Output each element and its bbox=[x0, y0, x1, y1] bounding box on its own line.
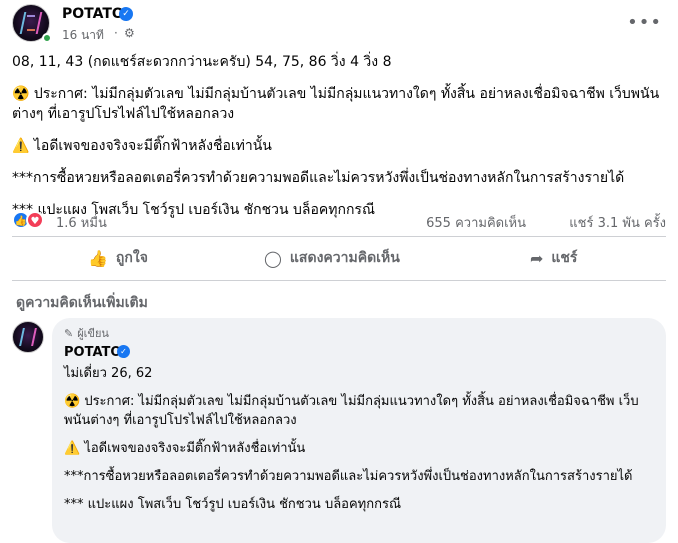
post-line: ***การซื้อหวยหรือลอตเตอรี่ควรทำด้วยความพ… bbox=[12, 170, 625, 186]
post-timestamp[interactable]: 16 นาที bbox=[62, 26, 104, 45]
divider bbox=[12, 236, 666, 237]
avatar-art-accent bbox=[27, 15, 35, 31]
page-name[interactable]: POTATO bbox=[62, 6, 124, 22]
view-more-comments-link[interactable]: ดูความคิดเห็นเพิ่มเติม bbox=[16, 292, 148, 314]
comment-line: ***การซื้อหวยหรือลอตเตอรี่ควรทำด้วยความพ… bbox=[64, 469, 633, 484]
more-options-icon[interactable]: ••• bbox=[627, 12, 662, 33]
reaction-icons[interactable]: 👍 ♥ bbox=[12, 211, 52, 229]
post-header: POTATO ✓ 16 นาที · ⚙ ••• bbox=[12, 4, 666, 44]
post-line: ☢️ ประกาศ: ไม่มีกลุ่มตัวเลข ไม่มีกลุ่มบ้… bbox=[12, 86, 660, 122]
divider bbox=[12, 280, 666, 281]
comment-count[interactable]: 655 ความคิดเห็น bbox=[426, 212, 526, 233]
comment-line: ⚠️ ไอดีเพจของจริงจะมีติ๊กฟ้าหลังชื่อเท่า… bbox=[64, 441, 306, 456]
thumbs-up-icon: 👍 bbox=[88, 248, 108, 268]
post-line: ⚠️ ไอดีเพจของจริงจะมีติ๊กฟ้าหลังชื่อเท่า… bbox=[12, 138, 272, 154]
like-button[interactable]: 👍 ถูกใจ bbox=[88, 240, 148, 276]
verified-icon: ✓ bbox=[117, 345, 130, 358]
share-label: แชร์ bbox=[551, 250, 578, 266]
comment-line: *** แปะแผง โพสเว็บ โชว์รูป เบอร์เงิน ชัก… bbox=[64, 497, 402, 512]
love-reaction-icon: ♥ bbox=[26, 211, 44, 229]
share-icon: ➦ bbox=[530, 248, 544, 268]
online-status-dot bbox=[42, 33, 52, 43]
time-separator: · bbox=[114, 26, 118, 40]
author-badge: ✎ ผู้เขียน bbox=[64, 324, 109, 343]
commenter-avatar[interactable] bbox=[12, 321, 44, 353]
share-button[interactable]: ➦ แชร์ bbox=[530, 240, 577, 276]
post-body: 08, 11, 43 (กดแชร์สะดวกกว่านะครับ) 54, 7… bbox=[12, 52, 666, 232]
comment-icon: ◯ bbox=[264, 248, 282, 268]
avatar-art bbox=[19, 328, 37, 346]
comment-bubble: ✎ ผู้เขียน POTATO ✓ ไม่เดี่ยว 26, 62 ☢️ … bbox=[52, 318, 666, 543]
comment-text: ไม่เดี่ยว 26, 62 ☢️ ประกาศ: ไม่มีกลุ่มตั… bbox=[64, 364, 654, 523]
reactions-row: 👍 ♥ 1.6 หมื่น 655 ความคิดเห็น แชร์ 3.1 พ… bbox=[12, 208, 666, 232]
author-badge-label: ผู้เขียน bbox=[77, 327, 109, 340]
comment-button[interactable]: ◯ แสดงความคิดเห็น bbox=[264, 240, 400, 276]
post-line: 08, 11, 43 (กดแชร์สะดวกกว่านะครับ) 54, 7… bbox=[12, 54, 392, 70]
commenter-name[interactable]: POTATO bbox=[64, 343, 121, 362]
verified-icon: ✓ bbox=[119, 7, 133, 21]
comment-label: แสดงความคิดเห็น bbox=[289, 250, 400, 266]
comment-line: ☢️ ประกาศ: ไม่มีกลุ่มตัวเลข ไม่มีกลุ่มบ้… bbox=[64, 394, 639, 428]
like-label: ถูกใจ bbox=[115, 250, 148, 266]
comment-line: ไม่เดี่ยว 26, 62 bbox=[64, 366, 153, 381]
reaction-count[interactable]: 1.6 หมื่น bbox=[56, 212, 107, 233]
actions-row: 👍 ถูกใจ ◯ แสดงความคิดเห็น ➦ แชร์ bbox=[12, 240, 666, 276]
pencil-icon: ✎ bbox=[64, 327, 74, 340]
share-count[interactable]: แชร์ 3.1 พัน ครั้ง bbox=[569, 212, 666, 233]
globe-icon: ⚙ bbox=[124, 26, 135, 40]
